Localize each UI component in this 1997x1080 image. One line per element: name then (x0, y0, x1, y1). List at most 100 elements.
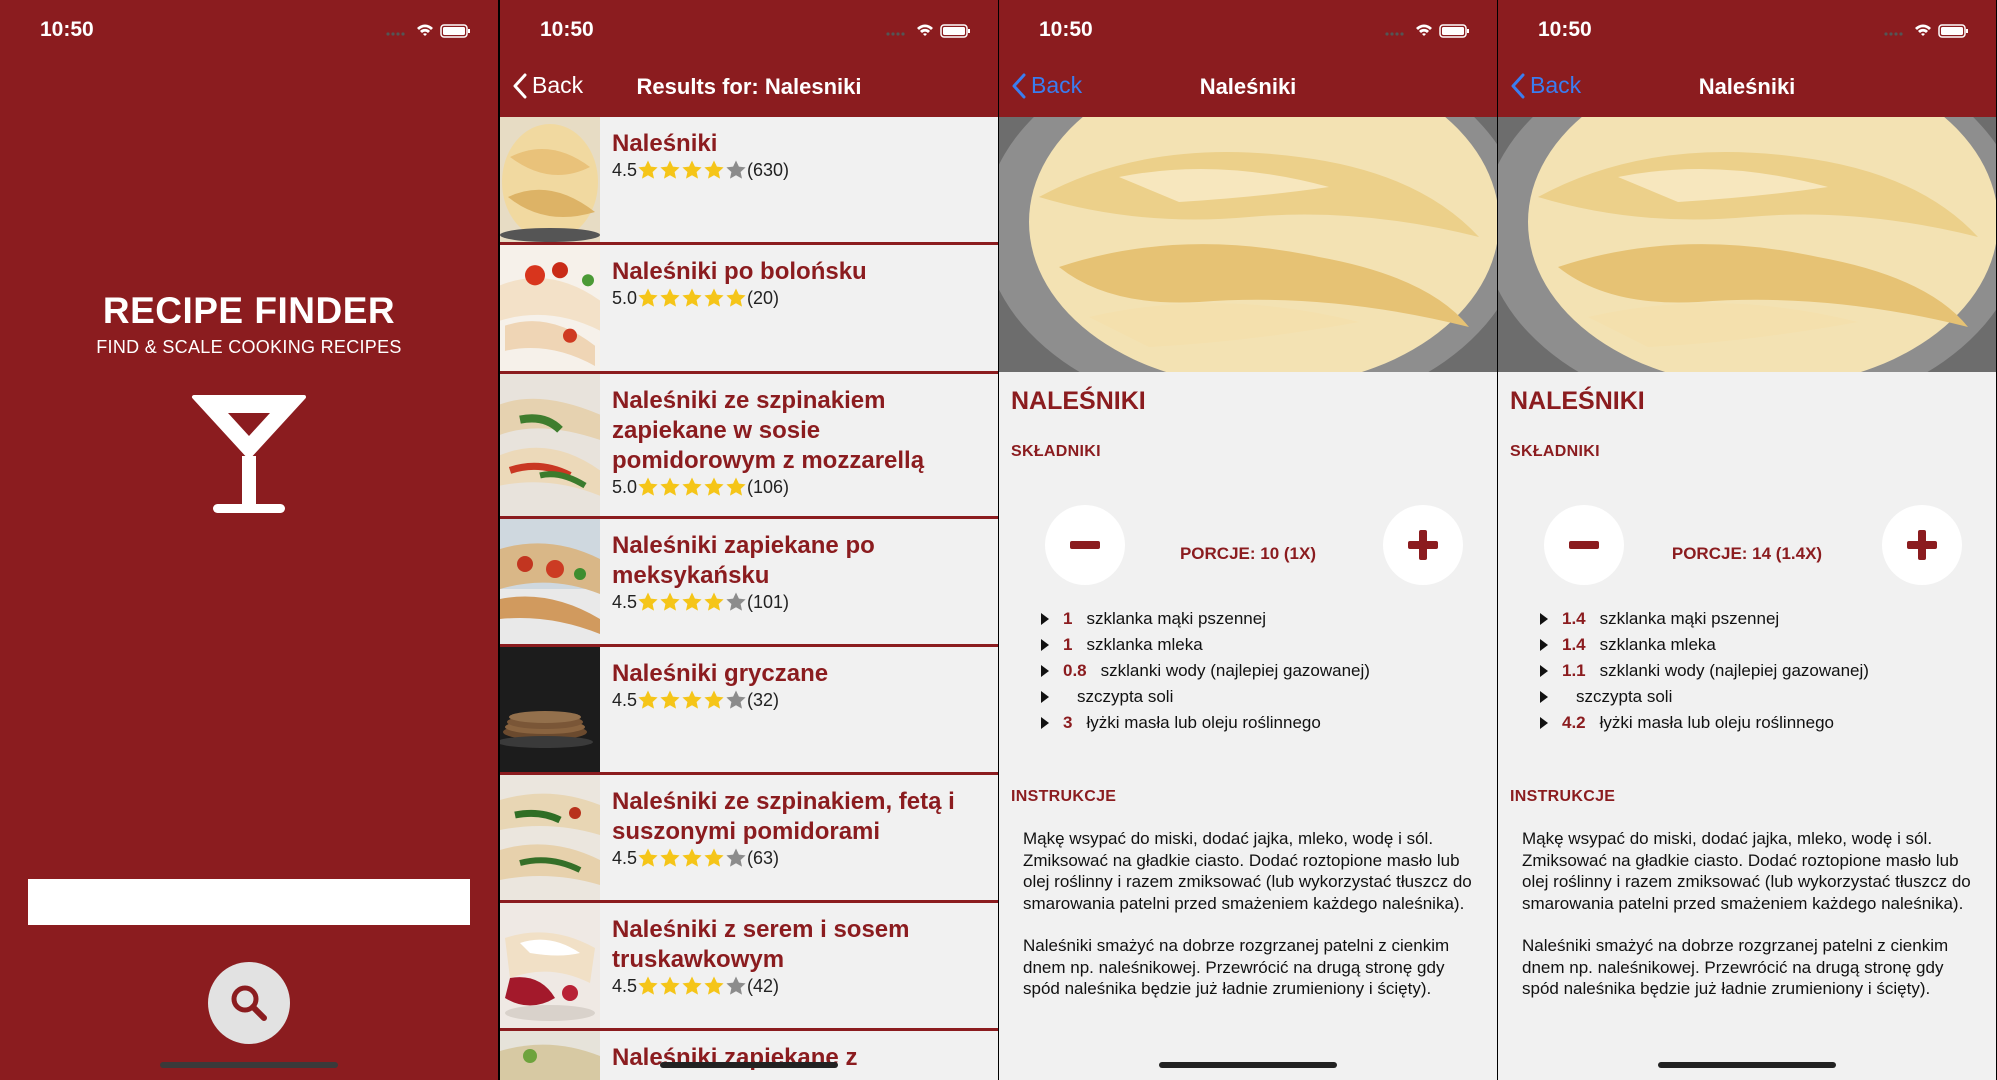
rating: 4.5 (101) (612, 591, 984, 613)
ingredient-text: szczypta soli (1576, 687, 1673, 706)
star-filled-icon (704, 976, 724, 995)
increase-portions-button[interactable] (1383, 505, 1463, 585)
star-filled-icon (682, 160, 702, 179)
star-filled-icon (726, 690, 746, 709)
search-button[interactable] (208, 962, 290, 1044)
rating-count: (630) (747, 160, 790, 180)
ingredient-item: 1.4 szklanka mąki pszennej (1540, 606, 1986, 632)
instruction-step: Naleśniki smażyć na dobrze rozgrzanej pa… (1023, 936, 1450, 998)
recipe-name: Naleśniki z serem i sosem truskawkowym (612, 916, 910, 973)
navigation-bar: 10:50 Back Results for: Nalesniki (500, 0, 998, 117)
ingredient-text: szklanka mleka (1599, 635, 1716, 654)
results-list: Naleśniki 4.5 (630) Naleśniki po bolońsk… (500, 117, 998, 1080)
instruction-step: Mąkę wsypać do miski, dodać jajka, mleko… (1023, 829, 1472, 913)
rating: 4.5 (32) (612, 689, 984, 711)
ingredient-qty: 4.2 (1562, 713, 1586, 732)
home-indicator (1658, 1062, 1836, 1068)
ingredient-text: szklanka mąki pszennej (1599, 609, 1780, 628)
instructions-heading: INSTRUKCJE (1510, 788, 1616, 805)
star-filled-icon (660, 160, 680, 179)
recipe-hero-image (999, 117, 1497, 372)
recipe-name: Naleśniki zapiekane po meksykańsku (612, 532, 875, 589)
star-rating (637, 689, 747, 711)
navigation-bar: 10:50 Back Naleśniki (999, 0, 1497, 117)
ingredient-item: 1.4 szklanka mleka (1540, 632, 1986, 658)
star-filled-icon (726, 160, 746, 179)
rating-count: (20) (747, 288, 780, 308)
status-bar: 10:50 (1498, 0, 1996, 60)
rating: 4.5 (42) (612, 975, 984, 997)
result-row[interactable]: Naleśniki zapiekane po meksykańsku 4.5 (… (500, 519, 998, 647)
results-screen: 10:50 Back Results for: Nalesniki Naleśn… (500, 0, 998, 1080)
ingredient-text: szklanki wody (najlepiej gazowanej) (1599, 661, 1869, 680)
rating-score: 4.5 (612, 848, 638, 868)
home-screen: 10:50 RECIPE FINDER FIND & SCALE COOKING… (0, 0, 498, 1080)
bullet-icon (1041, 639, 1049, 651)
rating-count: (106) (747, 477, 790, 497)
status-bar: 10:50 (500, 0, 998, 60)
star-filled-icon (726, 477, 746, 496)
ingredient-item: szczypta soli (1540, 684, 1986, 710)
recipe-thumbnail (500, 245, 600, 371)
recipe-name: Naleśniki (612, 130, 718, 157)
star-filled-icon (660, 288, 680, 307)
star-filled-icon (704, 160, 724, 179)
rating-count: (101) (747, 592, 790, 612)
home-indicator (1159, 1062, 1337, 1068)
recipe-hero-image (1498, 117, 1996, 372)
status-time: 10:50 (40, 18, 94, 41)
star-filled-icon (704, 288, 724, 307)
rating-score: 4.5 (612, 160, 638, 180)
result-row[interactable]: Naleśniki ze szpinakiem zapiekane w sosi… (500, 374, 998, 519)
result-row[interactable]: Naleśniki ze szpinakiem, fetą i suszonym… (500, 775, 998, 903)
star-rating (637, 591, 747, 613)
bullet-icon (1041, 717, 1049, 729)
recipe-thumbnail (500, 647, 600, 772)
star-filled-icon (704, 477, 724, 496)
rating-score: 4.5 (612, 592, 638, 612)
status-icons (384, 22, 474, 43)
result-row[interactable]: Naleśniki gryczane 4.5 (32) (500, 647, 998, 775)
ingredient-qty: 1.4 (1562, 609, 1586, 628)
star-rating (637, 159, 747, 181)
star-filled-icon (726, 976, 746, 995)
star-rating (637, 975, 747, 997)
result-row[interactable]: Naleśniki po bolońsku 5.0 (20) (500, 245, 998, 374)
bullet-icon (1041, 665, 1049, 677)
nav-title: Naleśniki (1199, 74, 1297, 99)
ingredient-qty: 1 (1063, 635, 1073, 654)
star-filled-icon (638, 848, 658, 867)
star-filled-icon (638, 690, 658, 709)
magnifier-icon (231, 985, 267, 1021)
recipe-name: Naleśniki ze szpinakiem, fetą i suszonym… (612, 788, 955, 845)
cocktail-glass-icon (190, 394, 308, 521)
bullet-icon (1041, 613, 1049, 625)
result-row[interactable]: Naleśniki 4.5 (630) (500, 117, 998, 245)
ingredient-text: łyżki masła lub oleju roślinnego (1599, 713, 1834, 732)
result-row[interactable]: Naleśniki z serem i sosem truskawkowym 4… (500, 903, 998, 1031)
rating: 4.5 (63) (612, 847, 984, 869)
star-filled-icon (704, 690, 724, 709)
bullet-icon (1540, 639, 1548, 651)
search-input[interactable] (28, 879, 470, 925)
rating: 5.0 (106) (612, 476, 984, 498)
star-filled-icon (704, 848, 724, 867)
ingredient-item: 1.1 szklanki wody (najlepiej gazowanej) (1540, 658, 1986, 684)
rating-score: 4.5 (612, 976, 638, 996)
instruction-step: Mąkę wsypać do miski, dodać jajka, mleko… (1522, 829, 1971, 913)
status-bar: 10:50 (0, 0, 498, 60)
star-filled-icon (660, 976, 680, 995)
increase-portions-button[interactable] (1882, 505, 1962, 585)
recipe-name: Naleśniki zapiekane z (612, 1044, 858, 1071)
star-filled-icon (726, 848, 746, 867)
star-filled-icon (660, 477, 680, 496)
star-filled-icon (682, 477, 702, 496)
ingredient-item: 3 łyżki masła lub oleju roślinnego (1041, 710, 1487, 736)
result-row[interactable]: Naleśniki zapiekane z (500, 1031, 998, 1080)
home-indicator (160, 1062, 338, 1068)
status-icons (1882, 22, 1972, 43)
ingredient-item: szczypta soli (1041, 684, 1487, 710)
instruction-step: Naleśniki smażyć na dobrze rozgrzanej pa… (1522, 936, 1949, 998)
rating: 5.0 (20) (612, 287, 984, 309)
recipe-title: NALEŚNIKI (1011, 387, 1146, 415)
